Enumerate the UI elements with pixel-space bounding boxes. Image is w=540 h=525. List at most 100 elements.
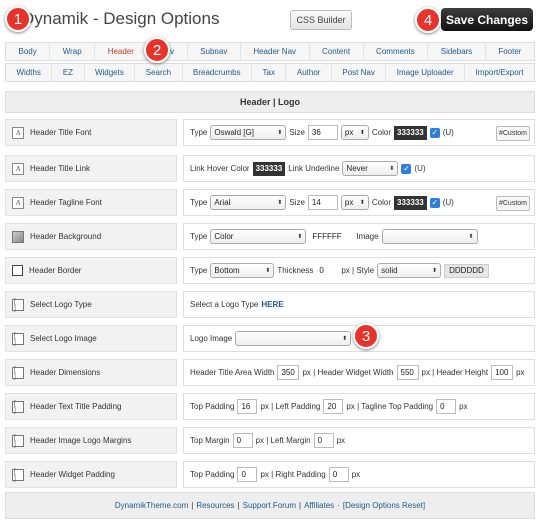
tab-widgets[interactable]: Widgets — [85, 64, 136, 81]
row-label: [ ] Header Widget Padding — [5, 461, 177, 488]
unit-select[interactable]: px ⬍ — [340, 125, 369, 140]
row-label: A Header Title Link — [5, 155, 177, 182]
tab-breadcrumbs[interactable]: Breadcrumbs — [183, 64, 253, 81]
size-label: Size — [289, 128, 305, 137]
row-label: A Header Title Font — [5, 119, 177, 146]
color-swatch[interactable]: 333333 — [394, 195, 427, 210]
tagline-top-padding-input[interactable]: 0 — [436, 399, 457, 414]
row-header-background: Header Background Type Color ⬍ FFFFFF Ima… — [5, 223, 535, 250]
tab-search[interactable]: Search — [135, 64, 183, 81]
px-label: px — [516, 368, 525, 377]
tab-header-nav[interactable]: Header Nav — [241, 43, 310, 60]
code-icon: [ ] — [12, 400, 24, 414]
underline-checkbox[interactable]: ✓ — [429, 197, 440, 208]
row-value: Header Title Area Width 350 px | Header … — [183, 359, 535, 386]
tab-footer[interactable]: Footer — [486, 43, 534, 60]
type-label: Type — [190, 128, 208, 137]
type-label: Type — [190, 232, 208, 241]
top-padding-input[interactable]: 16 — [237, 399, 258, 414]
footer-link-support[interactable]: Support Forum — [243, 501, 296, 510]
underline-checkbox[interactable]: ✓ — [401, 163, 412, 174]
tab-author[interactable]: Author — [286, 64, 332, 81]
tab-bar-secondary: Widths EZ Widgets Search Breadcrumbs Tax… — [5, 63, 535, 82]
background-color-input[interactable]: FFFFFF — [309, 229, 354, 244]
border-color-swatch[interactable]: DDDDDD — [444, 263, 489, 278]
row-value: Type Color ⬍ FFFFFF Image ⬍ — [183, 223, 535, 250]
title-area-width-label: Header Title Area Width — [190, 368, 275, 377]
row-select-logo-type: [ ] Select Logo Type Select a Logo Type H… — [5, 291, 535, 318]
save-changes-button[interactable]: Save Changes — [441, 8, 533, 31]
top-margin-input[interactable]: 0 — [232, 433, 253, 448]
row-label: [ ] Select Logo Type — [5, 291, 177, 318]
left-margin-input[interactable]: 0 — [313, 433, 334, 448]
tab-body[interactable]: Body — [6, 43, 51, 60]
footer-separator: | — [191, 501, 194, 510]
font-size-input[interactable]: 36 — [307, 125, 338, 140]
unit-select[interactable]: px ⬍ — [340, 195, 369, 210]
background-type-select[interactable]: Color ⬍ — [210, 229, 307, 244]
footer-link-site[interactable]: DynamikTheme.com — [115, 501, 188, 510]
px-label: px — [336, 436, 346, 445]
tagline-top-padding-label: px | Tagline Top Padding — [346, 402, 434, 411]
footer-link-resources[interactable]: Resources — [196, 501, 234, 510]
border-style-select[interactable]: solid ⬍ — [377, 263, 442, 278]
row-label: Header Background — [5, 223, 177, 250]
tab-tax[interactable]: Tax — [252, 64, 287, 81]
row-header-widget-padding: [ ] Header Widget Padding Top Padding 0 p… — [5, 461, 535, 488]
border-style-value: solid — [381, 266, 398, 275]
widget-width-input[interactable]: 550 — [396, 365, 419, 380]
logo-type-text: Select a Logo Type — [190, 300, 259, 309]
left-padding-label: px | Left Padding — [260, 402, 321, 411]
css-builder-button[interactable]: CSS Builder — [290, 10, 352, 30]
tab-sidebars[interactable]: Sidebars — [428, 43, 486, 60]
tab-comments[interactable]: Comments — [364, 43, 429, 60]
underline-select[interactable]: Never ⬍ — [342, 161, 399, 176]
row-label-text: Select Logo Type — [30, 300, 92, 309]
hover-color-swatch[interactable]: 333333 — [252, 161, 286, 176]
font-type-select[interactable]: Oswald [G] ⬍ — [210, 125, 287, 140]
tab-wrap[interactable]: Wrap — [50, 43, 96, 60]
top-padding-label: Top Padding — [190, 402, 235, 411]
underline-label: Link Underline — [288, 164, 340, 173]
custom-button[interactable]: #Custom — [495, 196, 530, 211]
tab-header[interactable]: Header — [95, 43, 148, 60]
tab-content[interactable]: Content — [310, 43, 364, 60]
row-label: Header Border — [5, 257, 177, 284]
logo-image-select[interactable]: ⬍ — [235, 331, 352, 346]
thickness-label: Thickness — [277, 266, 314, 275]
image-icon — [12, 230, 24, 243]
tab-subnav[interactable]: Subnav — [188, 43, 241, 60]
footer-link-reset[interactable]: [Design Options Reset] — [343, 501, 425, 510]
tab-import-export[interactable]: Import/Export — [465, 64, 534, 81]
tab-post-nav[interactable]: Post Nav — [332, 64, 387, 81]
color-swatch[interactable]: 333333 — [394, 125, 427, 140]
unit-value: px — [344, 198, 354, 207]
footer-link-affiliates[interactable]: Affiliates — [304, 501, 334, 510]
background-image-select[interactable]: ⬍ — [381, 229, 478, 244]
font-size-input[interactable]: 14 — [307, 195, 338, 210]
left-padding-input[interactable]: 20 — [323, 399, 344, 414]
underline-checkbox[interactable]: ✓ — [429, 127, 440, 138]
right-padding-input[interactable]: 0 — [328, 467, 349, 482]
row-label-text: Header Title Link — [30, 164, 91, 173]
font-type-select[interactable]: Arial ⬍ — [210, 195, 287, 210]
logo-type-link[interactable]: HERE — [261, 300, 283, 309]
tab-image-uploader[interactable]: Image Uploader — [386, 64, 466, 81]
header-height-label: px | Header Height — [421, 368, 489, 377]
callout-badge-1: 1 — [5, 6, 31, 32]
tab-ez[interactable]: EZ — [52, 64, 85, 81]
code-icon: [ ] — [12, 332, 24, 346]
border-type-select[interactable]: Bottom ⬍ — [210, 263, 275, 278]
row-label-text: Header Dimensions — [30, 368, 101, 377]
row-value: Top Padding 0 px | Right Padding 0 px — [183, 461, 535, 488]
top-padding-input[interactable]: 0 — [237, 467, 258, 482]
row-label-text: Header Background — [30, 232, 102, 241]
row-header-title-link: A Header Title Link Link Hover Color 3333… — [5, 155, 535, 182]
custom-button[interactable]: #Custom — [495, 126, 530, 141]
thickness-input[interactable]: 0 — [316, 263, 339, 278]
footer-separator: | — [299, 501, 302, 510]
tab-widths[interactable]: Widths — [6, 64, 53, 81]
title-area-width-input[interactable]: 350 — [277, 365, 300, 380]
page-title: Dynamik - Design Options — [22, 9, 220, 28]
header-height-input[interactable]: 100 — [491, 365, 514, 380]
